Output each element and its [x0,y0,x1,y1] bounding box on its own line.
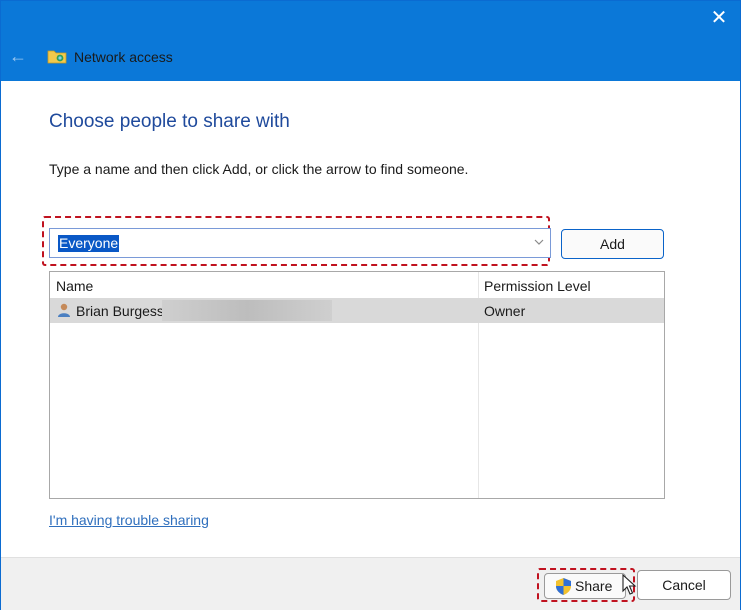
redacted-area [162,300,332,321]
close-icon[interactable]: ✕ [708,7,730,29]
instruction-text: Type a name and then click Add, or click… [49,161,469,177]
user-icon [58,303,70,317]
network-folder-icon [47,50,67,64]
name-combo-box[interactable]: Everyone [49,228,551,258]
list-row[interactable]: Brian Burgess Owner [50,298,664,323]
name-combo-value[interactable]: Everyone [58,235,120,252]
page-heading: Choose people to share with [49,111,290,132]
row-name: Brian Burgess [76,303,164,319]
mouse-cursor-icon [622,574,637,595]
network-access-dialog: ✕ ← Network access Choose people to shar… [0,0,741,610]
chevron-down-icon[interactable] [532,234,546,250]
people-list[interactable]: Name Permission Level Brian Burgess Owne… [49,271,665,499]
trouble-sharing-link[interactable]: I'm having trouble sharing [49,512,209,528]
title-bar: ✕ ← Network access [1,1,740,81]
cancel-button[interactable]: Cancel [637,570,731,600]
column-header-permission[interactable]: Permission Level [484,278,591,294]
column-header-name[interactable]: Name [56,278,93,294]
share-button[interactable]: Share [544,573,626,599]
add-button[interactable]: Add [561,229,664,259]
uac-shield-icon [556,578,571,595]
list-header: Name Permission Level [50,272,664,299]
row-permission[interactable]: Owner [484,303,525,319]
share-label: Share [575,578,613,594]
window-title: Network access [74,49,173,65]
back-arrow-icon[interactable]: ← [9,45,29,67]
